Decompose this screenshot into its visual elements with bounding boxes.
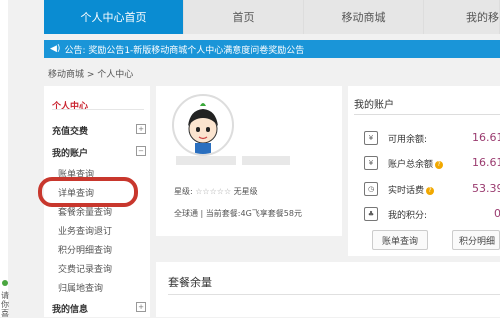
top-navigation: 个人中心首页 首页 移动商城 我的移 — [44, 0, 500, 34]
sidebar-item-location-query[interactable]: 归属地查询 — [58, 281, 103, 294]
tab-personal-center-home[interactable]: 个人中心首页 — [44, 0, 184, 34]
sidebar-item-service-unsubscribe[interactable]: 业务查询退订 — [58, 224, 112, 237]
profile-card: 星级: ☆☆☆☆☆ 无星级 全球通 | 当前套餐:4G飞享套餐58元 — [156, 86, 342, 236]
total-balance-row: ¥ 账户总余额? 16.61 — [354, 156, 500, 170]
sidebar-item-payment-records[interactable]: 交费记录查询 — [58, 262, 112, 275]
points-row: ♣ 我的积分: 0 — [354, 207, 500, 221]
online-status-icon — [2, 280, 8, 286]
wallet-icon: ¥ — [364, 156, 378, 170]
tab-mobile-mall[interactable]: 移动商城 — [304, 0, 424, 34]
realtime-charge-row: ◷ 实时话费? 53.39 — [354, 182, 500, 196]
bill-query-button[interactable]: 账单查询 — [372, 230, 428, 250]
help-icon[interactable]: ? — [435, 160, 444, 169]
sidebar-item-points-detail[interactable]: 积分明细查询 — [58, 243, 112, 256]
star-rating: ☆☆☆☆☆ — [195, 187, 232, 196]
points-detail-button[interactable]: 积分明细 — [452, 230, 500, 250]
announcement-bar[interactable]: ◀) 公告: 奖励公告1-新版移动商城个人中心满意度问卷奖励公告 — [44, 40, 500, 58]
yuan-icon: ¥ — [364, 131, 378, 145]
package-balance-panel: 套餐余量 — [156, 262, 500, 317]
star-level: 星级: ☆☆☆☆☆ 无星级 — [174, 186, 258, 197]
total-balance-value: 16.61 — [472, 156, 500, 169]
balance-row: ¥ 可用余额: 16.61 — [354, 131, 500, 145]
breadcrumb: 移动商城 > 个人中心 — [48, 70, 134, 80]
package-title: 套餐余量 — [168, 276, 212, 289]
masked-number — [242, 156, 290, 165]
sidebar-item-my-account[interactable]: 我的账户 — [52, 146, 88, 159]
divider — [354, 114, 500, 115]
current-plan: 全球通 | 当前套餐:4G飞享套餐58元 — [174, 209, 302, 218]
star-level-value: 无星级 — [233, 187, 258, 196]
realtime-charge-value: 53.39 — [472, 182, 500, 195]
expand-icon[interactable]: + — [136, 124, 146, 134]
total-balance-label: 账户总余额? — [388, 157, 444, 170]
tab-home[interactable]: 首页 — [184, 0, 304, 34]
balance-label: 可用余额: — [388, 135, 428, 145]
points-value: 0 — [494, 207, 500, 220]
realtime-charge-label: 实时话费? — [388, 183, 435, 196]
avatar[interactable] — [172, 94, 234, 156]
star-level-label: 星级: — [174, 187, 193, 196]
sidebar-item-recharge[interactable]: 充值交费 — [52, 124, 88, 137]
masked-name — [176, 156, 236, 165]
gift-icon: ♣ — [364, 207, 378, 221]
divider — [52, 109, 144, 110]
account-title: 我的账户 — [354, 100, 394, 111]
balance-value: 16.61 — [472, 131, 500, 144]
sidebar-title[interactable]: 个人中心 — [52, 99, 88, 112]
speaker-icon: ◀) — [50, 44, 61, 54]
help-icon[interactable]: ? — [426, 186, 435, 195]
sidebar-item-my-info[interactable]: 我的信息 — [52, 302, 88, 315]
clock-icon: ◷ — [364, 182, 378, 196]
account-panel: 我的账户 ¥ 可用余额: 16.61 ¥ 账户总余额? 16.61 ◷ 实时话费… — [348, 86, 500, 256]
collapse-icon[interactable]: − — [136, 146, 146, 156]
points-label: 我的积分: — [388, 211, 428, 221]
left-edge-panel: 请你喜 — [0, 0, 9, 318]
tab-my-mobile[interactable]: 我的移 — [424, 0, 500, 34]
announcement-text[interactable]: 公告: 奖励公告1-新版移动商城个人中心满意度问卷奖励公告 — [64, 43, 304, 56]
highlight-circle — [38, 177, 138, 207]
left-edge-text: 请你喜 — [1, 291, 9, 318]
expand-icon[interactable]: + — [136, 302, 146, 312]
cartoon-avatar-icon — [188, 103, 218, 154]
divider — [168, 294, 500, 295]
